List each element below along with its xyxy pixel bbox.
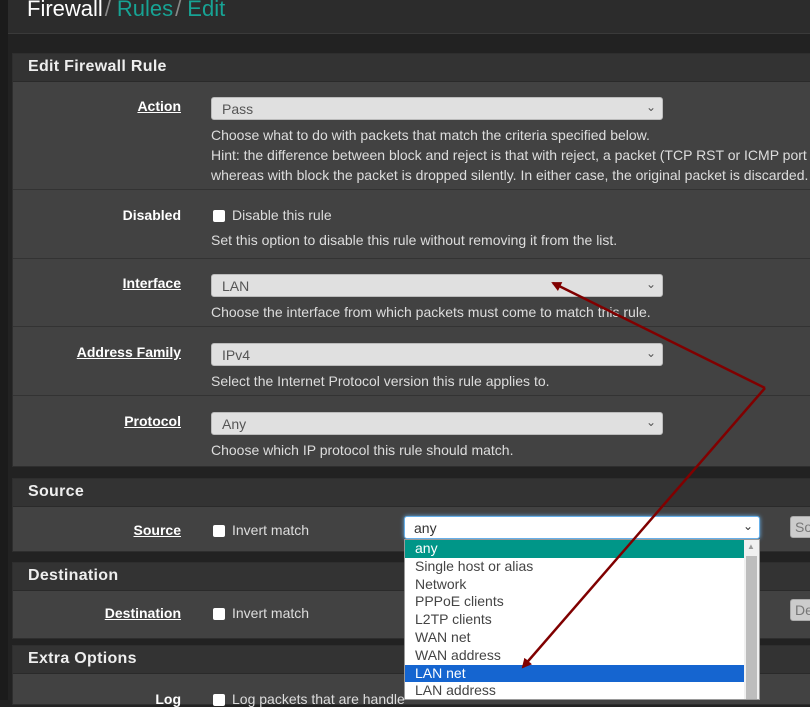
chevron-down-icon: ⌄ <box>645 415 656 429</box>
destination-more-button[interactable]: De <box>790 599 810 621</box>
source-type-select[interactable]: any ⌄ <box>404 516 760 539</box>
source-type-value: any <box>414 520 437 536</box>
destination-label[interactable]: Destination <box>105 605 181 621</box>
interface-row: Interface LAN ⌄ Choose the interface from… <box>13 259 810 327</box>
action-row: Action Pass ⌄ Choose what to do with pack… <box>13 82 810 190</box>
option-pppoe-clients[interactable]: PPPoE clients <box>405 593 745 611</box>
option-wan-address[interactable]: WAN address <box>405 647 745 665</box>
breadcrumb-edit[interactable]: Edit <box>187 0 225 21</box>
source-title: Source <box>13 479 810 507</box>
destination-invert-label[interactable]: Invert match <box>232 605 309 621</box>
scroll-up-icon[interactable]: ▲ <box>747 542 755 551</box>
edit-rule-panel: Edit Firewall Rule Action Pass ⌄ Choose w… <box>12 53 810 467</box>
interface-value: LAN <box>222 278 250 294</box>
source-invert-checkbox[interactable] <box>213 525 225 537</box>
address-family-label[interactable]: Address Family <box>77 344 181 360</box>
chevron-down-icon: ⌄ <box>645 100 656 114</box>
breadcrumb-bar: Firewall/Rules/Edit <box>8 0 810 34</box>
panel-title: Edit Firewall Rule <box>13 54 810 82</box>
option-network[interactable]: Network <box>405 576 745 594</box>
source-more-button[interactable]: So <box>790 516 810 538</box>
source-invert-label[interactable]: Invert match <box>232 522 309 538</box>
destination-invert-checkbox[interactable] <box>213 608 225 620</box>
chevron-down-icon: ⌄ <box>645 277 656 291</box>
sidebar <box>0 0 8 700</box>
protocol-row: Protocol Any ⌄ Choose which IP protocol t… <box>13 396 810 466</box>
breadcrumb-firewall: Firewall <box>27 0 103 21</box>
option-lan-net[interactable]: LAN net <box>405 664 745 683</box>
interface-help: Choose the interface from which packets … <box>211 304 651 320</box>
disabled-label: Disabled <box>122 207 181 223</box>
interface-select[interactable]: LAN ⌄ <box>211 274 663 297</box>
log-checkbox[interactable] <box>213 694 225 706</box>
source-label[interactable]: Source <box>134 522 181 538</box>
address-family-row: Address Family IPv4 ⌄ Select the Internet… <box>13 327 810 396</box>
address-family-help: Select the Internet Protocol version thi… <box>211 373 550 389</box>
option-single-host[interactable]: Single host or alias <box>405 558 745 576</box>
disable-checkbox[interactable] <box>213 210 225 222</box>
option-lan-address[interactable]: LAN address <box>405 682 745 699</box>
chevron-down-icon: ⌄ <box>742 519 753 533</box>
protocol-select[interactable]: Any ⌄ <box>211 412 663 435</box>
protocol-label[interactable]: Protocol <box>124 413 181 429</box>
disabled-row: Disabled Disable this rule Set this opti… <box>13 190 810 259</box>
protocol-help: Choose which IP protocol this rule shoul… <box>211 442 514 458</box>
breadcrumb-rules[interactable]: Rules <box>117 0 173 21</box>
action-value: Pass <box>222 101 254 117</box>
action-label[interactable]: Action <box>137 98 181 114</box>
dropdown-scrollbar[interactable]: ▲ <box>744 540 759 699</box>
action-help: Choose what to do with packets that matc… <box>211 127 810 183</box>
disabled-help: Set this option to disable this rule wit… <box>211 232 618 248</box>
action-select[interactable]: Pass ⌄ <box>211 97 663 120</box>
address-family-select[interactable]: IPv4 ⌄ <box>211 343 663 366</box>
interface-label[interactable]: Interface <box>123 275 181 291</box>
address-family-value: IPv4 <box>222 347 251 363</box>
disable-checkbox-label[interactable]: Disable this rule <box>232 207 332 223</box>
protocol-value: Any <box>222 416 247 432</box>
scrollbar-thumb[interactable] <box>746 556 757 699</box>
option-l2tp-clients[interactable]: L2TP clients <box>405 611 745 629</box>
option-any[interactable]: any <box>405 540 745 558</box>
source-type-dropdown: any Single host or alias Network PPPoE c… <box>404 539 760 700</box>
chevron-down-icon: ⌄ <box>645 346 656 360</box>
breadcrumb: Firewall/Rules/Edit <box>27 0 225 22</box>
log-checkbox-label[interactable]: Log packets that are handle <box>232 691 405 707</box>
log-label: Log <box>155 691 181 707</box>
option-wan-net[interactable]: WAN net <box>405 629 745 647</box>
